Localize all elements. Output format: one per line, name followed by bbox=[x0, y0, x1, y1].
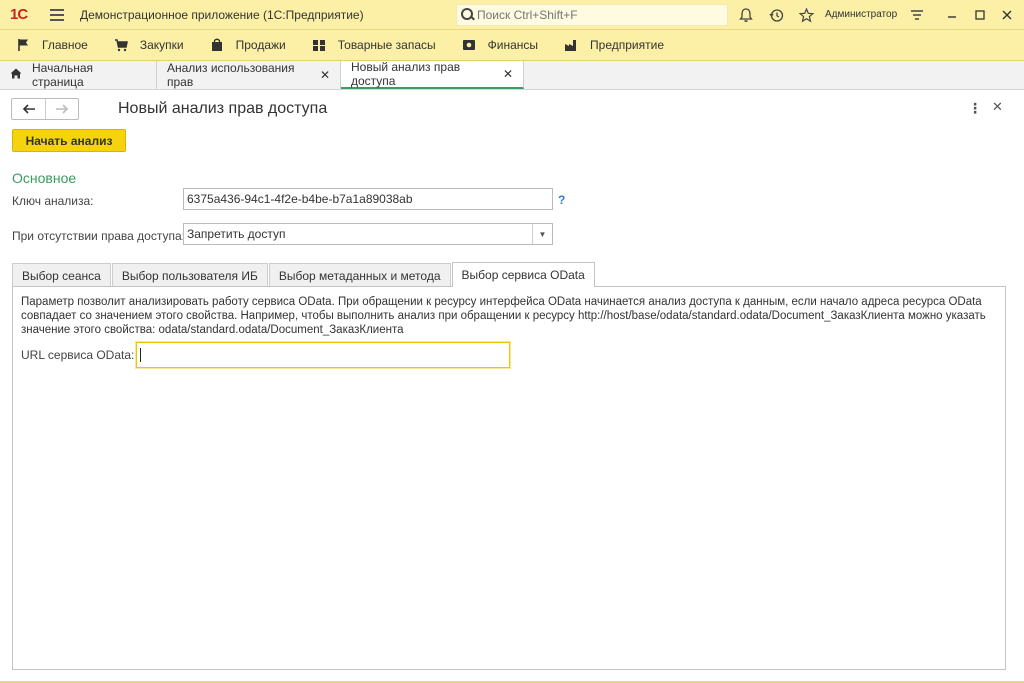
form-area: Новый анализ прав доступа ⋮ ✕ Начать ана… bbox=[0, 90, 1024, 683]
toolbar-icons bbox=[736, 5, 826, 25]
star-icon[interactable] bbox=[796, 5, 816, 25]
chevron-down-icon[interactable]: ▼ bbox=[532, 224, 552, 244]
navigation-buttons bbox=[11, 98, 79, 120]
section-label: Главное bbox=[42, 38, 88, 52]
bag-icon bbox=[210, 38, 224, 52]
form-tabs: Выбор сеанса Выбор пользователя ИБ Выбор… bbox=[12, 262, 596, 287]
search-box[interactable] bbox=[456, 4, 728, 26]
more-actions-icon[interactable]: ⋮ bbox=[968, 100, 982, 117]
tab-odata-service[interactable]: Выбор сервиса OData bbox=[451, 262, 595, 287]
section-label: Закупки bbox=[139, 38, 184, 52]
main-menu-icon[interactable] bbox=[50, 8, 64, 21]
section-label: Продажи bbox=[235, 38, 286, 52]
form-title: Новый анализ прав доступа bbox=[118, 100, 328, 117]
home-icon bbox=[10, 68, 22, 82]
section-label: Предприятие bbox=[590, 38, 664, 52]
bell-icon[interactable] bbox=[736, 5, 756, 25]
section-main[interactable]: Главное bbox=[16, 30, 88, 61]
app-title: Демонстрационное приложение (1С:Предприя… bbox=[80, 7, 364, 22]
tab-rights-usage-analysis[interactable]: Анализ использования прав ✕ bbox=[157, 61, 341, 89]
odata-description: Параметр позволит анализировать работу с… bbox=[21, 296, 986, 336]
form-close-icon[interactable]: ✕ bbox=[992, 99, 1003, 115]
user-name[interactable]: Администратор bbox=[825, 9, 897, 20]
tab-home[interactable]: Начальная страница bbox=[0, 61, 157, 89]
section-inventory[interactable]: Товарные запасы bbox=[312, 30, 436, 61]
section-enterprise[interactable]: Предприятие bbox=[564, 30, 664, 61]
section-finance[interactable]: Финансы bbox=[462, 30, 538, 61]
access-label: При отсутствии права доступа: bbox=[12, 229, 185, 243]
odata-url-label: URL сервиса OData: bbox=[21, 348, 135, 362]
key-field[interactable]: 6375a436-94c1-4f2e-b4be-b7a1a89038ab bbox=[183, 188, 553, 210]
start-analysis-button[interactable]: Начать анализ bbox=[12, 129, 126, 152]
tab-ib-user[interactable]: Выбор пользователя ИБ bbox=[111, 263, 268, 287]
sections-panel: Главное Закупки Продажи Товарные запасы … bbox=[0, 30, 1024, 61]
back-arrow-icon[interactable] bbox=[12, 99, 45, 119]
search-input[interactable] bbox=[477, 8, 717, 22]
section-sales[interactable]: Продажи bbox=[210, 30, 286, 61]
section-purchases[interactable]: Закупки bbox=[114, 30, 184, 61]
logo-1c: 1С bbox=[10, 5, 28, 23]
odata-url-input[interactable] bbox=[136, 342, 510, 368]
search-icon bbox=[461, 8, 475, 22]
key-label: Ключ анализа: bbox=[12, 194, 94, 208]
tab-label: Новый анализ прав доступа bbox=[351, 60, 461, 88]
group-title-main: Основное bbox=[12, 170, 77, 186]
section-label: Товарные запасы bbox=[337, 38, 436, 52]
section-label: Финансы bbox=[487, 38, 539, 52]
factory-icon bbox=[564, 38, 578, 52]
cart-icon bbox=[114, 38, 128, 52]
tab-label: Анализ использования прав bbox=[167, 61, 295, 89]
tab-session[interactable]: Выбор сеанса bbox=[12, 263, 111, 287]
help-icon[interactable]: ? bbox=[558, 193, 565, 207]
settings-menu-icon[interactable] bbox=[905, 4, 929, 26]
text-caret bbox=[140, 348, 141, 362]
close-icon[interactable]: ✕ bbox=[320, 68, 330, 82]
open-windows-bar: Начальная страница Анализ использования … bbox=[0, 60, 1024, 90]
access-value: Запретить доступ bbox=[187, 227, 286, 241]
forward-arrow-icon[interactable] bbox=[45, 99, 78, 119]
tab-new-rights-analysis[interactable]: Новый анализ прав доступа ✕ bbox=[341, 60, 524, 89]
history-icon[interactable] bbox=[766, 5, 786, 25]
warehouse-icon bbox=[312, 38, 326, 52]
minimize-icon[interactable] bbox=[940, 4, 964, 26]
tab-label: Начальная страница bbox=[32, 61, 94, 89]
flag-icon bbox=[16, 38, 30, 52]
key-value: 6375a436-94c1-4f2e-b4be-b7a1a89038ab bbox=[187, 192, 413, 206]
close-icon[interactable]: ✕ bbox=[503, 67, 513, 81]
money-icon bbox=[462, 38, 476, 52]
access-select[interactable]: Запретить доступ ▼ bbox=[183, 223, 553, 245]
tab-panel-odata: Параметр позволит анализировать работу с… bbox=[12, 286, 1006, 670]
window-close-icon[interactable] bbox=[995, 4, 1019, 26]
maximize-icon[interactable] bbox=[968, 4, 992, 26]
tab-metadata-method[interactable]: Выбор метаданных и метода bbox=[268, 263, 451, 287]
